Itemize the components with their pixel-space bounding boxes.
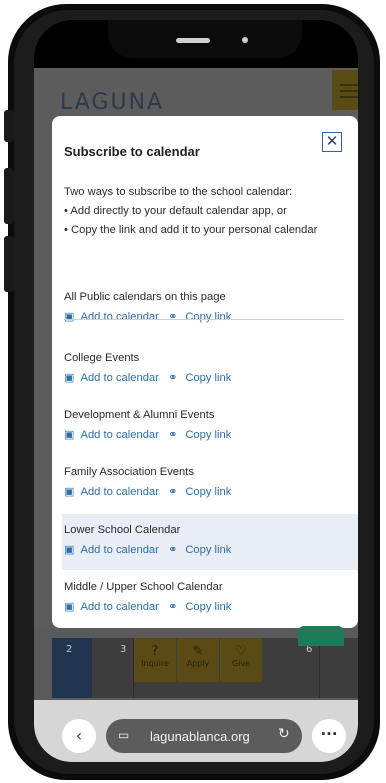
copy-link-link[interactable]: ⚭ Copy link <box>168 372 231 384</box>
calendar-add-icon: ▣ <box>64 601 75 613</box>
phone-screen: LAGUNA 2 3 ? Inquire ✎ Apply ♡ Give 6 ✕ … <box>34 20 358 762</box>
link-icon: ⚭ <box>168 372 178 384</box>
link-icon: ⚭ <box>168 544 178 556</box>
calendar-item-development-alumni: Development & Alumni Events ▣ Add to cal… <box>64 409 342 441</box>
question-icon: ? <box>151 644 159 659</box>
address-bar[interactable]: ▭ lagunablanca.org ↻ <box>106 719 302 753</box>
calendar-item-lower-school: Lower School Calendar ▣ Add to calendar … <box>62 514 358 570</box>
subscribe-modal: ✕ Subscribe to calendar Two ways to subs… <box>52 116 358 628</box>
calendar-add-icon: ▣ <box>64 544 75 556</box>
calendar-day: 2 <box>52 638 92 698</box>
day-number: 2 <box>66 644 73 655</box>
calendar-name: All Public calendars on this page <box>64 291 226 303</box>
apply-button[interactable]: ✎ Apply <box>177 638 219 682</box>
divider <box>64 319 344 320</box>
menu-button[interactable] <box>332 70 358 110</box>
link-icon: ⚭ <box>168 601 178 613</box>
calendar-add-icon: ▣ <box>64 372 75 384</box>
calendar-day: 6 <box>262 638 320 698</box>
copy-link-link[interactable]: ⚭ Copy link <box>168 311 231 323</box>
add-to-calendar-link[interactable]: ▣ Add to calendar <box>64 486 159 498</box>
calendar-name: Family Association Events <box>64 466 194 478</box>
modal-footer-button[interactable] <box>298 626 344 646</box>
background-calendar: 2 3 ? Inquire ✎ Apply ♡ Give 6 <box>52 638 358 698</box>
add-to-calendar-link[interactable]: ▣ Add to calendar <box>64 311 159 323</box>
calendar-actions: ▣ Add to calendar ⚭ Copy link <box>64 310 342 323</box>
modal-intro: Two ways to subscribe to the school cale… <box>64 183 358 240</box>
close-icon[interactable]: ✕ <box>322 132 342 152</box>
give-button[interactable]: ♡ Give <box>220 638 262 682</box>
intro-bullet: • Copy the link and add it to your perso… <box>64 224 318 236</box>
phone-side-button <box>4 168 14 224</box>
copy-link-link[interactable]: ⚭ Copy link <box>168 486 231 498</box>
calendar-actions: ▣ Add to calendar ⚭ Copy link <box>64 428 342 441</box>
add-to-calendar-link[interactable]: ▣ Add to calendar <box>64 601 159 613</box>
copy-link-link[interactable]: ⚭ Copy link <box>168 601 231 613</box>
calendar-day: 3 <box>92 638 134 698</box>
calendar-actions: ▣ Add to calendar ⚭ Copy link <box>64 485 342 498</box>
calendar-name: Development & Alumni Events <box>64 409 215 421</box>
more-icon[interactable]: ··· <box>312 719 346 753</box>
calendar-name: Middle / Upper School Calendar <box>64 581 223 593</box>
calendar-item-college-events: College Events ▣ Add to calendar ⚭ Copy … <box>64 352 342 384</box>
speaker <box>176 38 210 43</box>
tab-icon[interactable]: ▭ <box>118 728 129 742</box>
url-text: lagunablanca.org <box>150 729 250 744</box>
link-icon: ⚭ <box>168 311 178 323</box>
link-icon: ⚭ <box>168 429 178 441</box>
add-to-calendar-link[interactable]: ▣ Add to calendar <box>64 372 159 384</box>
heart-icon: ♡ <box>235 644 247 659</box>
edit-icon: ✎ <box>192 644 204 659</box>
add-to-calendar-link[interactable]: ▣ Add to calendar <box>64 544 159 556</box>
calendar-add-icon: ▣ <box>64 486 75 498</box>
notch <box>108 20 302 58</box>
phone-side-button <box>4 110 14 142</box>
reload-icon[interactable]: ↻ <box>278 726 290 742</box>
copy-link-link[interactable]: ⚭ Copy link <box>168 544 231 556</box>
link-icon: ⚭ <box>168 486 178 498</box>
inquire-button[interactable]: ? Inquire <box>134 638 176 682</box>
phone-side-button <box>4 236 14 292</box>
intro-bullet: • Add directly to your default calendar … <box>64 205 287 217</box>
add-to-calendar-link[interactable]: ▣ Add to calendar <box>64 429 159 441</box>
site-logo[interactable]: LAGUNA <box>60 90 164 115</box>
browser-toolbar: ‹ ▭ lagunablanca.org ↻ ··· <box>34 700 358 762</box>
calendar-name: Lower School Calendar <box>64 524 181 536</box>
calendar-add-icon: ▣ <box>64 311 75 323</box>
camera <box>242 37 248 43</box>
calendar-add-icon: ▣ <box>64 429 75 441</box>
copy-link-link[interactable]: ⚭ Copy link <box>168 429 231 441</box>
calendar-actions: ▣ Add to calendar ⚭ Copy link <box>64 600 342 613</box>
calendar-item-family-association: Family Association Events ▣ Add to calen… <box>64 466 342 498</box>
day-number: 3 <box>120 644 127 655</box>
calendar-actions: ▣ Add to calendar ⚭ Copy link <box>64 371 342 384</box>
back-icon[interactable]: ‹ <box>62 719 96 753</box>
calendar-actions: ▣ Add to calendar ⚭ Copy link <box>64 543 358 556</box>
calendar-name: College Events <box>64 352 140 364</box>
calendar-item-middle-upper-school: Middle / Upper School Calendar ▣ Add to … <box>64 581 342 613</box>
modal-title: Subscribe to calendar <box>64 144 200 159</box>
intro-text: Two ways to subscribe to the school cale… <box>64 186 293 198</box>
